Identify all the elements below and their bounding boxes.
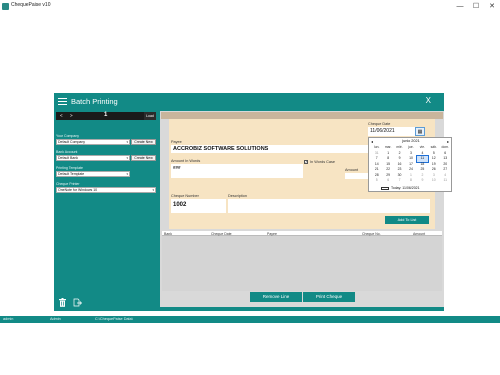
description-label: Description — [228, 194, 247, 198]
status-role: Admin — [50, 317, 61, 321]
in-words-case-checkbox[interactable]: ✓ — [304, 160, 308, 164]
print-cheque-button[interactable]: Print Cheque — [303, 292, 355, 302]
batch-navigator: < > 1 Load — [56, 112, 156, 120]
panel-header: Batch Printing X — [54, 93, 444, 111]
calendar-day[interactable]: 10 — [428, 178, 439, 184]
calendar-grid: lun. mar. mié. jue. vie. sáb. dom. 31 1 … — [371, 145, 451, 184]
page-title: Batch Printing — [71, 97, 118, 106]
amount-label: Amount — [345, 168, 359, 172]
company-value: Default Company — [58, 140, 86, 144]
today-link[interactable]: Today: 11/06/2021 — [391, 186, 420, 190]
window-titlebar: ChequePaise v10 — ☐ ✕ — [0, 0, 500, 14]
company-select[interactable]: Default Company ▾ — [56, 139, 130, 145]
company-label: Your Company — [56, 134, 80, 138]
column-header[interactable]: Payee — [267, 232, 277, 236]
calendar-day[interactable]: 9 — [417, 178, 428, 184]
main-topbar — [161, 112, 443, 119]
column-header[interactable]: Cheque No. — [362, 232, 381, 236]
cheque-number-label: Cheque Number — [171, 194, 199, 198]
column-header[interactable]: Cheque Date — [211, 232, 232, 236]
cheque-number-input[interactable]: 1002 — [171, 199, 226, 213]
export-icon[interactable] — [73, 298, 82, 307]
trash-icon[interactable] — [59, 298, 66, 307]
payee-input[interactable]: ACCROBIZ SOFTWARE SOLUTIONS — [171, 145, 369, 153]
create-bank-button[interactable]: Create New — [131, 155, 156, 161]
cheque-date-input[interactable]: 11/06/2021 — [368, 127, 415, 136]
cheque-table-body[interactable] — [162, 236, 442, 291]
column-header[interactable]: Bank — [164, 232, 172, 236]
minimize-button[interactable]: — — [452, 0, 468, 14]
chevron-down-icon: ▾ — [126, 156, 128, 160]
maximize-button[interactable]: ☐ — [468, 0, 484, 14]
calendar-icon[interactable]: ▦ — [415, 127, 425, 136]
bank-select[interactable]: Default Bank ▾ — [56, 155, 130, 161]
bank-value: Default Bank — [58, 156, 79, 160]
status-data-path: C:\ChequePaise Data\ — [95, 317, 133, 321]
add-to-list-button[interactable]: Add To List — [385, 216, 429, 224]
printer-select[interactable]: OneNote for Windows 10 ▾ — [56, 187, 156, 193]
prev-button[interactable]: < — [60, 113, 63, 118]
next-button[interactable]: > — [70, 113, 73, 118]
amount-words-label: Amount In Words — [171, 159, 201, 163]
batch-number: 1 — [104, 112, 108, 118]
status-user: admin — [3, 317, 14, 321]
printer-label: Cheque Printer — [56, 182, 80, 186]
in-words-case-label: In Words Case — [310, 160, 336, 164]
create-company-button[interactable]: Create New — [131, 139, 156, 145]
remove-line-button[interactable]: Remove Line — [250, 292, 302, 302]
description-input[interactable] — [228, 199, 430, 213]
batch-printing-panel: Batch Printing X < > 1 Load Your Company… — [54, 93, 452, 311]
payee-label: Payee — [171, 140, 182, 144]
close-window-button[interactable]: ✕ — [484, 0, 500, 14]
printer-value: OneNote for Windows 10 — [58, 188, 98, 192]
column-header[interactable]: Amount — [413, 232, 425, 236]
calendar-day[interactable]: 11 — [440, 178, 451, 184]
cheque-date-label: Cheque Date — [368, 122, 391, 126]
cheque-date-value: 11/06/2021 — [370, 128, 395, 134]
calendar-month[interactable]: junio 2021 — [369, 139, 453, 143]
chevron-down-icon: ▾ — [126, 140, 128, 144]
desktop: Batch Printing X < > 1 Load Your Company… — [0, 14, 500, 316]
template-select[interactable]: Default Template ▾ — [56, 171, 130, 177]
next-month-icon[interactable]: ▸ — [447, 139, 449, 144]
load-button[interactable]: Load — [144, 112, 156, 120]
calendar-day[interactable]: 5 — [371, 178, 382, 184]
template-label: Printing Template — [56, 166, 83, 170]
calendar-day[interactable]: 6 — [382, 178, 393, 184]
calendar-day[interactable]: 7 — [394, 178, 405, 184]
calendar-day[interactable]: 8 — [405, 178, 416, 184]
window-title: ChequePaise v10 — [11, 2, 51, 8]
template-value: Default Template — [58, 172, 85, 176]
main-content: Payee ACCROBIZ SOFTWARE SOLUTIONS Cheque… — [160, 111, 452, 307]
chevron-down-icon: ▾ — [152, 188, 154, 192]
date-picker-calendar: ◂ junio 2021 ▸ lun. mar. mié. jue. vie. … — [368, 137, 452, 192]
chevron-down-icon: ▾ — [126, 172, 128, 176]
close-panel-button[interactable]: X — [426, 96, 431, 105]
hamburger-menu-icon[interactable] — [58, 98, 67, 106]
app-icon — [2, 3, 9, 10]
bank-label: Bank Account — [56, 150, 78, 154]
calendar-week: 5 6 7 8 9 10 11 — [371, 178, 451, 184]
status-bar: admin Admin C:\ChequePaise Data\ — [0, 316, 500, 323]
amount-words-input[interactable]: ### — [171, 164, 303, 178]
today-marker — [381, 186, 389, 190]
